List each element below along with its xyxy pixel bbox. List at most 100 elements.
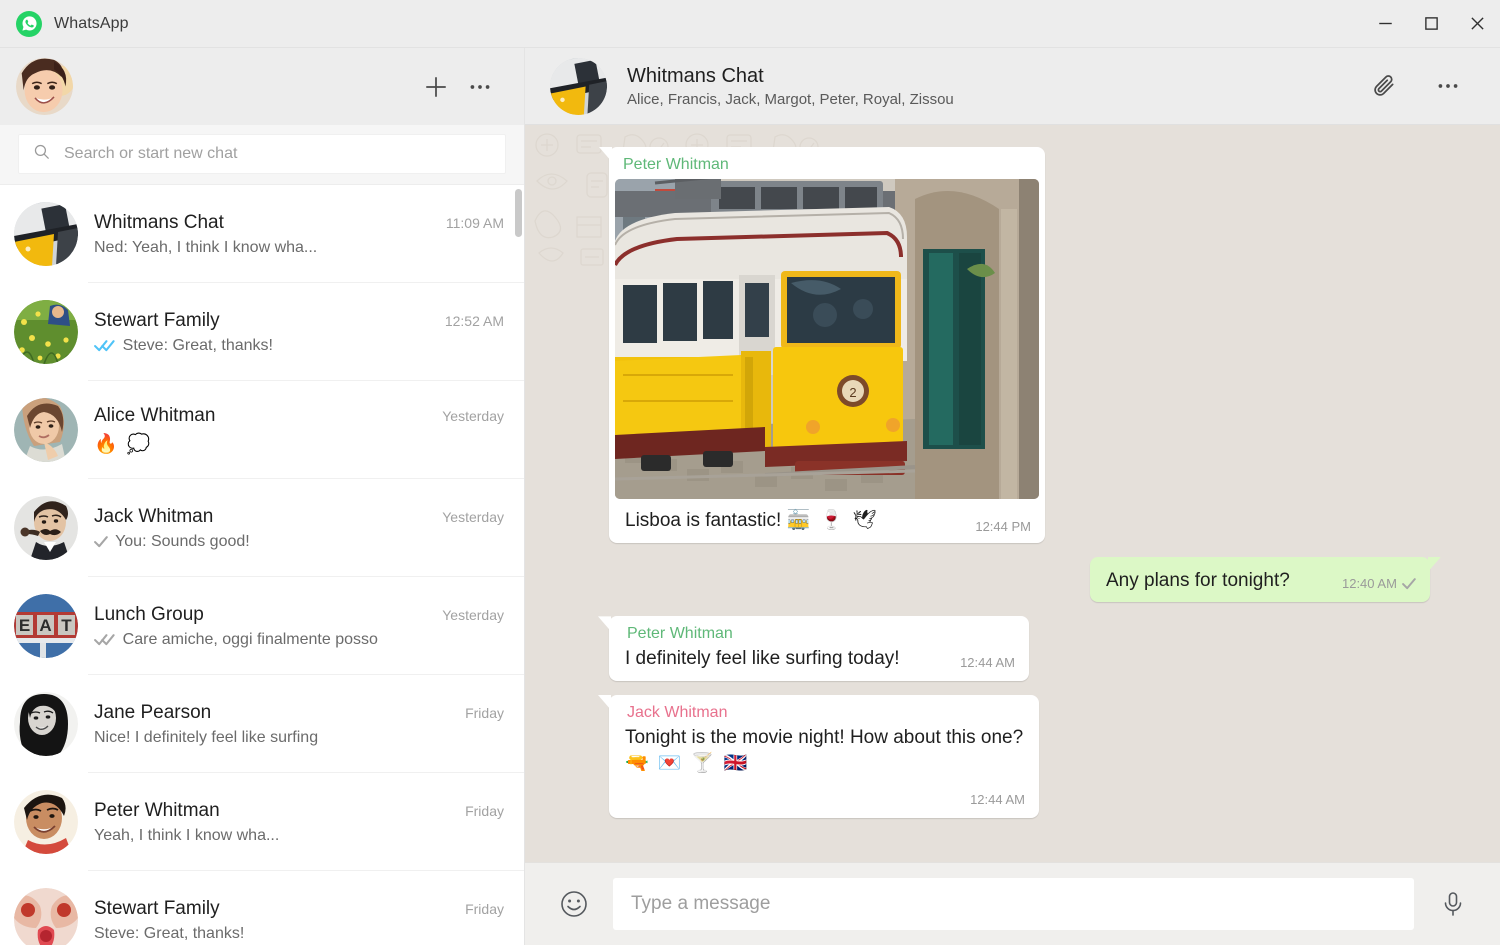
list-item-top-row: Stewart Family 12:52 AM	[94, 310, 504, 332]
chat-time: Yesterday	[442, 606, 504, 623]
chat-name: Stewart Family	[94, 897, 220, 919]
list-item-body: Peter Whitman Friday Yeah, I think I kno…	[94, 800, 504, 845]
title-bar: WhatsApp	[0, 0, 1500, 48]
jane-avatar	[14, 692, 78, 756]
list-item-bottom-row: Steve: Great, thanks!	[94, 337, 504, 355]
chat-time: 12:52 AM	[444, 312, 504, 329]
chat-preview: Yeah, I think I know wha...	[94, 826, 280, 844]
user-avatar[interactable]	[16, 58, 73, 115]
svg-text:E: E	[19, 616, 30, 635]
message-time: 12:44 AM	[960, 654, 1015, 670]
minimize-icon[interactable]	[1362, 0, 1408, 48]
message-row: Any plans for tonight? 12:40 AM	[609, 556, 1430, 603]
list-item[interactable]: Stewart Family 12:52 AM Steve: Great, th…	[0, 283, 524, 381]
chat-header-texts: Whitmans Chat Alice, Francis, Jack, Marg…	[627, 65, 1342, 108]
chat-list[interactable]: Whitmans Chat 11:09 AM Ned: Yeah, I thin…	[0, 185, 524, 945]
more-options-icon[interactable]	[1426, 64, 1470, 108]
chat-preview: You: Sounds good!	[115, 532, 250, 550]
field-avatar	[14, 300, 78, 364]
chat-time: Yesterday	[442, 508, 504, 525]
list-item[interactable]: Stewart Family Friday Steve: Great, than…	[0, 871, 524, 945]
list-item-bottom-row: Care amiche, oggi finalmente posso	[94, 631, 504, 649]
search-input[interactable]	[64, 145, 491, 163]
chat-preview: Nice! I definitely feel like surfing	[94, 728, 319, 746]
more-options-icon[interactable]	[458, 65, 502, 109]
message-row: Peter Whitman I definitely feel like sur…	[609, 616, 1430, 681]
jack-avatar	[14, 496, 78, 560]
paperclip-icon[interactable]	[1362, 64, 1406, 108]
message-emojis: 🚋 🍷 🕊	[786, 510, 879, 531]
close-icon[interactable]	[1454, 0, 1500, 48]
message-content: Any plans for tonight? 12:40 AM	[1106, 568, 1416, 594]
message-bubble[interactable]: Any plans for tonight? 12:40 AM	[1090, 556, 1430, 603]
list-item[interactable]: Jack Whitman Yesterday You: Sounds good!	[0, 479, 524, 577]
message-area[interactable]: Peter Whitman 2 Lisboa is fantastic! 🚋 🍷…	[525, 125, 1500, 862]
message-meta: 12:44 PM	[975, 519, 1031, 534]
list-item[interactable]: Alice Whitman Yesterday 🔥 💭	[0, 381, 524, 479]
maximize-icon[interactable]	[1408, 0, 1454, 48]
plus-icon[interactable]	[414, 65, 458, 109]
message-composer	[525, 862, 1500, 945]
title-bar-brand: WhatsApp	[0, 10, 129, 37]
list-item-body: Alice Whitman Yesterday 🔥 💭	[94, 405, 504, 456]
chat-header-avatar[interactable]	[550, 57, 607, 115]
message-text: Any plans for tonight?	[1106, 569, 1290, 591]
microphone-icon[interactable]	[1432, 883, 1474, 925]
list-item[interactable]: Jane Pearson Friday Nice! I definitely f…	[0, 675, 524, 773]
message-text-value: Tonight is the movie night! How about th…	[625, 726, 1024, 748]
chat-preview: Ned: Yeah, I think I know wha...	[94, 238, 318, 256]
message-content: I definitely feel like surfing today! 12…	[625, 646, 1015, 672]
message-row: Peter Whitman 2 Lisboa is fantastic! 🚋 🍷…	[609, 147, 1430, 543]
chat-time: 11:09 AM	[445, 214, 504, 231]
app-title: WhatsApp	[54, 14, 129, 32]
whatsapp-logo-icon	[16, 10, 42, 37]
message-row: Jack Whitman Tonight is the movie night!…	[609, 694, 1430, 819]
hands-avatar	[14, 888, 78, 945]
lisbon-tram-photo[interactable]: 2	[615, 179, 1039, 499]
scrollbar-thumb[interactable]	[515, 189, 522, 237]
list-item-top-row: Alice Whitman Yesterday	[94, 405, 504, 427]
list-item-body: Jack Whitman Yesterday You: Sounds good!	[94, 506, 504, 551]
double-check-icon	[94, 633, 116, 646]
message-bubble[interactable]: Peter Whitman I definitely feel like sur…	[609, 616, 1029, 681]
list-item[interactable]: Whitmans Chat 11:09 AM Ned: Yeah, I thin…	[0, 185, 524, 283]
chat-time: Friday	[465, 900, 504, 917]
chat-time: Friday	[465, 802, 504, 819]
search-box[interactable]	[18, 134, 506, 174]
chat-name: Stewart Family	[94, 309, 220, 331]
page-title: Whitmans Chat	[627, 64, 764, 87]
list-item-bottom-row: You: Sounds good!	[94, 533, 504, 551]
sidebar: Whitmans Chat 11:09 AM Ned: Yeah, I thin…	[0, 48, 525, 945]
smiley-icon[interactable]	[553, 883, 595, 925]
message-text-value: Lisboa is fantastic!	[625, 510, 782, 531]
chat-name: Alice Whitman	[94, 404, 216, 426]
message-input[interactable]	[631, 893, 1396, 915]
sidebar-header	[0, 48, 524, 125]
chat-preview: Care amiche, oggi finalmente posso	[122, 630, 378, 648]
chat-preview: Steve: Great, thanks!	[122, 336, 273, 354]
list-item-bottom-row: 🔥 💭	[94, 432, 504, 456]
list-item-top-row: Whitmans Chat 11:09 AM	[94, 212, 504, 234]
message-bubble[interactable]: Peter Whitman 2 Lisboa is fantastic! 🚋 🍷…	[609, 147, 1045, 543]
message-meta: 12:40 AM	[1342, 576, 1416, 593]
list-item[interactable]: Peter Whitman Friday Yeah, I think I kno…	[0, 773, 524, 871]
list-item-top-row: Lunch Group Yesterday	[94, 604, 504, 626]
message-text: I definitely feel like surfing today!	[625, 648, 900, 670]
chat-name: Whitmans Chat	[94, 211, 224, 233]
list-item-bottom-row: Yeah, I think I know wha...	[94, 827, 504, 845]
message-meta: 12:44 AM	[970, 792, 1025, 809]
whatsapp-window: WhatsApp Search or start new chat Whitma…	[0, 0, 1500, 945]
message-bubble[interactable]: Jack Whitman Tonight is the movie night!…	[609, 694, 1039, 819]
message-caption-row: Lisboa is fantastic! 🚋 🍷 🕊 12:44 PM	[615, 499, 1039, 538]
message-input-wrapper[interactable]	[613, 878, 1414, 930]
list-item[interactable]: E A T Lunch Group Yesterday Care amiche,…	[0, 577, 524, 675]
chat-name: Jack Whitman	[94, 505, 214, 527]
peter-avatar	[14, 790, 78, 854]
chat-header: Whitmans Chat Alice, Francis, Jack, Marg…	[525, 48, 1500, 125]
message-time: 12:44 AM	[970, 792, 1025, 808]
main-body: Whitmans Chat 11:09 AM Ned: Yeah, I thin…	[0, 48, 1500, 945]
list-item-body: Whitmans Chat 11:09 AM Ned: Yeah, I thin…	[94, 212, 504, 257]
chat-list-scrollbar[interactable]	[515, 185, 522, 945]
tram-avatar	[14, 202, 78, 266]
message-content: Tonight is the movie night! How about th…	[625, 725, 1025, 809]
